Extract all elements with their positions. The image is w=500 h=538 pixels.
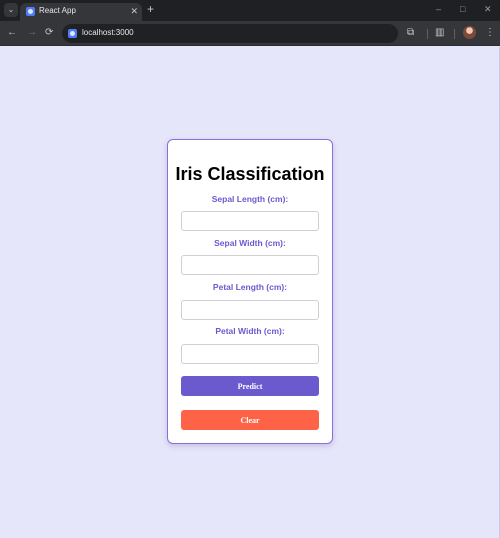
browser-tab[interactable]: React App ✕ <box>20 3 142 21</box>
side-panel-icon[interactable]: ▥ <box>435 26 444 40</box>
forward-icon[interactable]: → <box>27 26 37 40</box>
extensions-icon[interactable]: ⧉ <box>407 26 414 40</box>
browser-toolbar: ← → ⟳ localhost:3000 ⧉ ▥ ⋮ <box>0 21 500 46</box>
url-text: localhost:3000 <box>82 28 134 37</box>
new-tab-button[interactable]: + <box>147 2 154 16</box>
sepal-length-label: Sepal Length (cm): <box>211 194 289 204</box>
back-icon[interactable]: ← <box>7 26 17 40</box>
minimize-icon[interactable]: – <box>436 3 441 15</box>
address-bar[interactable]: localhost:3000 <box>62 24 398 43</box>
toolbar-divider <box>454 29 455 39</box>
more-vert-icon[interactable]: ⋮ <box>485 26 495 40</box>
profile-avatar[interactable] <box>463 26 476 39</box>
site-info-icon[interactable] <box>68 29 77 38</box>
clear-button[interactable]: Clear <box>181 410 319 430</box>
sepal-width-input[interactable] <box>181 255 319 275</box>
sepal-width-label: Sepal Width (cm): <box>214 238 286 248</box>
page-title: Iris Classification <box>175 164 325 184</box>
petal-width-input[interactable] <box>181 344 319 364</box>
sepal-length-input[interactable] <box>181 211 319 231</box>
maximize-icon[interactable]: □ <box>460 3 465 15</box>
predict-button[interactable]: Predict <box>181 376 319 396</box>
tab-search-button[interactable]: ⌄ <box>4 3 18 17</box>
react-favicon-icon <box>26 7 35 16</box>
petal-length-input[interactable] <box>181 300 319 320</box>
iris-form-card: Iris Classification Sepal Length (cm): S… <box>167 139 333 444</box>
browser-tab-bar: ⌄ React App ✕ + – □ ✕ <box>0 0 500 21</box>
reload-icon[interactable]: ⟳ <box>45 26 53 40</box>
tab-title: React App <box>39 6 76 15</box>
petal-width-label: Petal Width (cm): <box>215 326 285 336</box>
petal-length-label: Petal Length (cm): <box>212 282 288 292</box>
toolbar-divider <box>427 29 428 39</box>
tab-close-icon[interactable]: ✕ <box>130 5 138 17</box>
close-window-icon[interactable]: ✕ <box>484 3 492 15</box>
